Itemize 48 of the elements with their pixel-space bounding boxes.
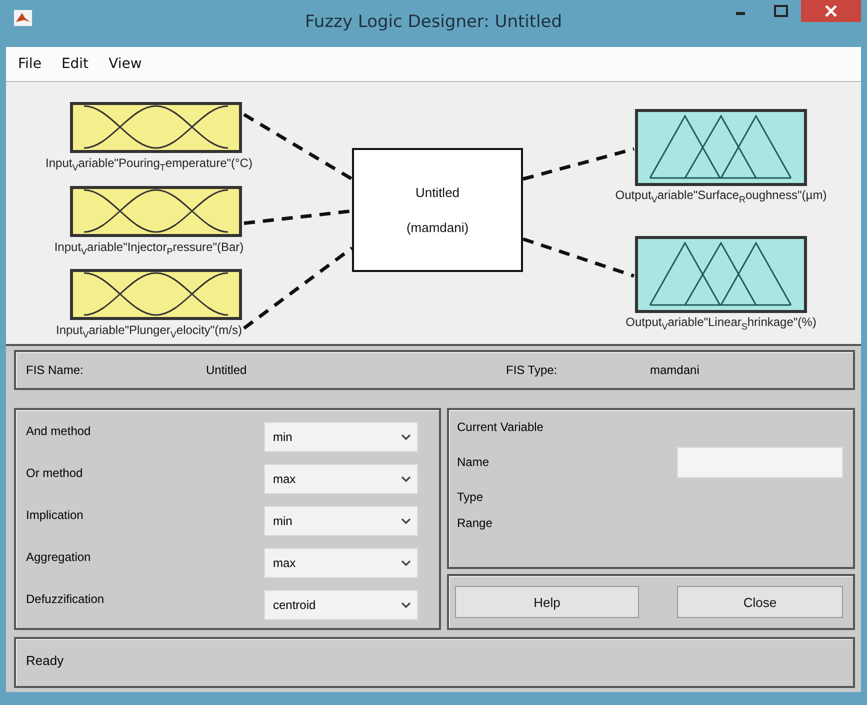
method-dropdown[interactable]: max: [264, 464, 418, 494]
fis-name-label: FIS Name:: [26, 363, 84, 377]
window-title: Fuzzy Logic Designer: Untitled: [305, 12, 562, 32]
fis-name: Untitled: [206, 363, 248, 377]
method-dropdown[interactable]: centroid: [264, 590, 418, 620]
input-membership-drawing[interactable]: [70, 186, 242, 237]
dialog-button[interactable]: Help: [455, 586, 639, 618]
method-label: Defuzzification: [26, 592, 106, 606]
name-field[interactable]: [677, 446, 843, 478]
panel-title: Current Variable: [457, 420, 544, 434]
output-variable-label: Output$_{V}$ariable"Surface$_{R}$oughness"(µm): [615, 188, 827, 204]
method-dropdown[interactable]: min: [264, 506, 418, 536]
close-icon: [825, 5, 837, 17]
menu-item[interactable]: View: [100, 56, 150, 72]
system-name: Untitled: [415, 185, 460, 200]
output-membership-drawing[interactable]: [635, 109, 807, 186]
input-membership-drawing[interactable]: [70, 269, 242, 320]
input-variable-label: Input$_{V}$ariable"Injector$_{P}$ressure"(Bar): [54, 240, 244, 256]
status-text: Ready: [26, 653, 64, 668]
caret-icon: [401, 602, 411, 608]
method-label: Or method: [26, 466, 84, 480]
close-button[interactable]: [801, 0, 861, 22]
menu-item[interactable]: Edit: [53, 56, 97, 72]
method-dropdown[interactable]: min: [264, 422, 418, 452]
dialog-button[interactable]: Close: [677, 586, 843, 618]
output-variable-label: Output$_{V}$ariable"Linear$_{S}$hrinkage"(%): [626, 315, 816, 332]
method-label: Aggregation: [26, 550, 92, 564]
field-label: Type: [457, 490, 484, 504]
method-label: And method: [26, 424, 92, 438]
caret-icon: [401, 434, 411, 440]
maximize-icon: [774, 5, 788, 17]
caret-icon: [401, 518, 411, 524]
caret-icon: [401, 476, 411, 482]
system-box[interactable]: Untitled (mamdani): [352, 148, 523, 272]
fis-type-label: FIS Type:: [506, 363, 558, 377]
field-label: Range: [457, 516, 492, 530]
fis-type: mamdani: [650, 363, 700, 377]
app-icon[interactable]: [14, 10, 32, 26]
method-label: Implication: [26, 508, 84, 522]
input-variable-label: Input$_{V}$ariable"Pouring$_{T}$emperature"(°C): [46, 156, 252, 172]
field-label: Name: [457, 455, 490, 469]
caret-icon: [401, 560, 411, 566]
menu-item[interactable]: File: [10, 56, 50, 72]
method-dropdown[interactable]: max: [264, 548, 418, 578]
input-variable-label: Input$_{V}$ariable"Plunger$_{V}$elocity"(m/s): [56, 323, 242, 340]
input-membership-drawing[interactable]: [70, 102, 242, 153]
system-type: (mamdani): [406, 220, 469, 235]
output-membership-drawing[interactable]: [635, 236, 807, 313]
